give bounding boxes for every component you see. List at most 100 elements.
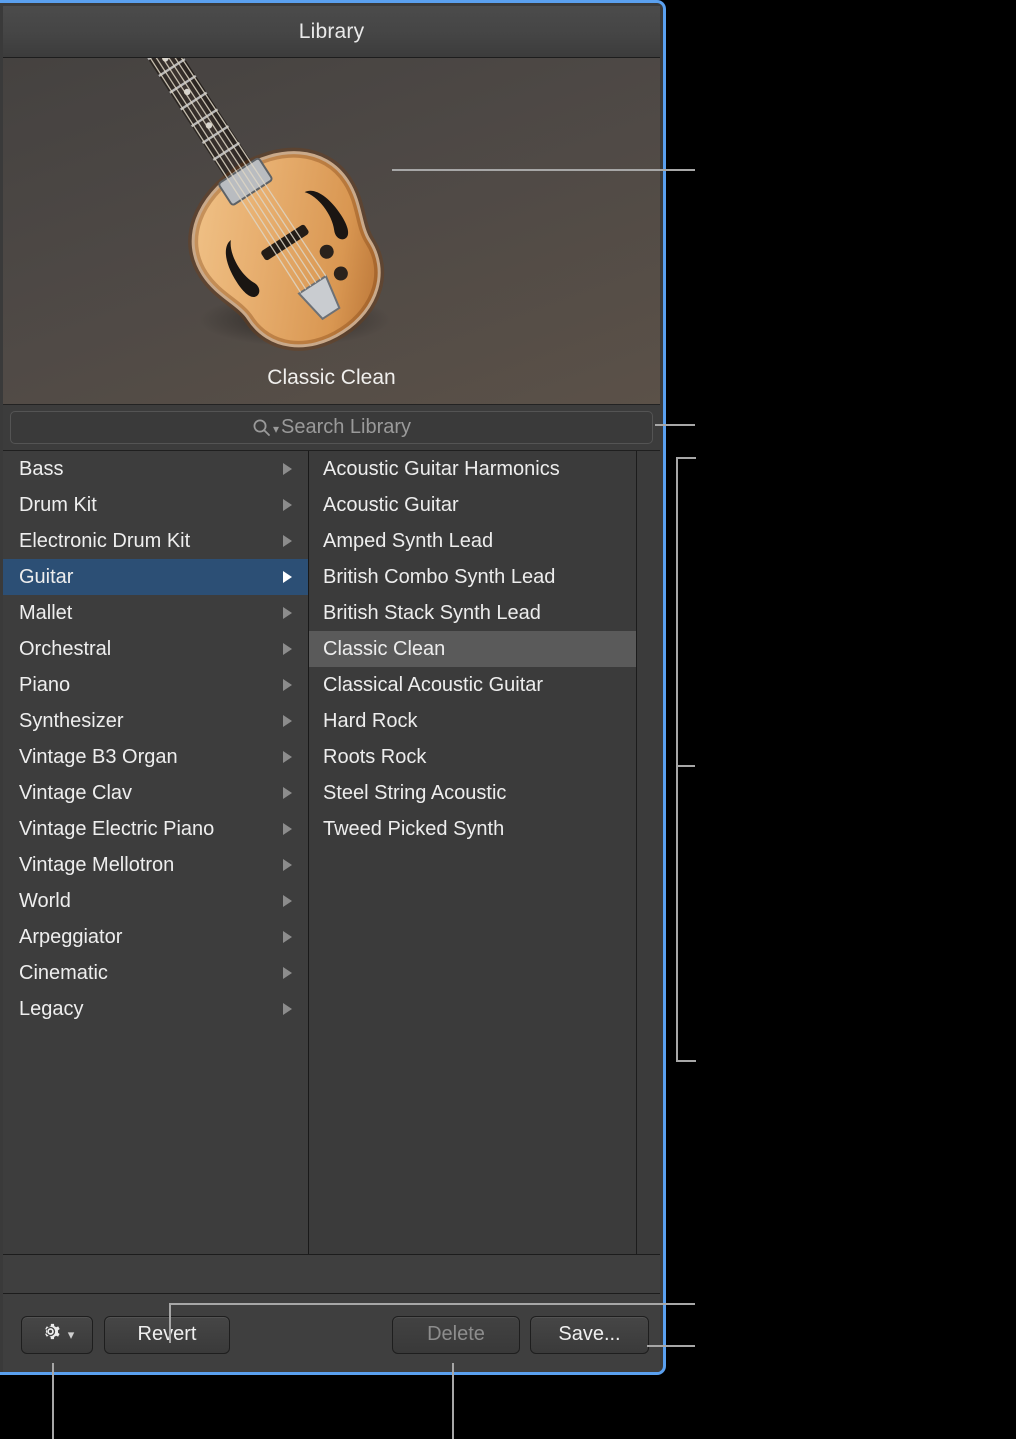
patch-label: British Stack Synth Lead: [323, 601, 541, 624]
category-label: World: [19, 889, 71, 912]
patch-label: Roots Rock: [323, 745, 427, 768]
patch-row[interactable]: Acoustic Guitar Harmonics: [309, 451, 636, 487]
callout-bracket-spine: [676, 457, 678, 1062]
category-row[interactable]: Vintage Clav: [3, 775, 308, 811]
category-label: Synthesizer: [19, 709, 124, 732]
disclosure-arrow-icon[interactable]: [283, 787, 292, 799]
library-panel: Library Classic Clean ▾ Search Library B…: [0, 0, 666, 1375]
search-icon: [252, 418, 271, 437]
category-label: Piano: [19, 673, 71, 696]
category-row[interactable]: Vintage B3 Organ: [3, 739, 308, 775]
search-placeholder: Search Library: [280, 416, 412, 438]
category-row[interactable]: Legacy: [3, 991, 308, 1027]
disclosure-arrow-icon[interactable]: [283, 859, 292, 871]
search-input[interactable]: ▾ Search Library: [10, 411, 653, 444]
disclosure-arrow-icon[interactable]: [283, 895, 292, 907]
disclosure-arrow-icon[interactable]: [283, 571, 292, 583]
category-row[interactable]: Vintage Electric Piano: [3, 811, 308, 847]
category-label: Drum Kit: [19, 493, 97, 516]
disclosure-arrow-icon[interactable]: [283, 499, 292, 511]
patch-label: British Combo Synth Lead: [323, 565, 556, 588]
patch-label: Acoustic Guitar Harmonics: [323, 457, 560, 480]
patch-row[interactable]: Classical Acoustic Guitar: [309, 667, 636, 703]
chevron-down-icon[interactable]: ▾: [273, 423, 279, 435]
patch-label: Classical Acoustic Guitar: [323, 673, 544, 696]
category-row[interactable]: World: [3, 883, 308, 919]
search-row: ▾ Search Library: [3, 405, 660, 451]
patch-label: Steel String Acoustic: [323, 781, 507, 804]
patch-label: Classic Clean: [323, 637, 446, 660]
callout-line-save: [647, 1345, 695, 1347]
category-row[interactable]: Mallet: [3, 595, 308, 631]
disclosure-arrow-icon[interactable]: [283, 715, 292, 727]
disclosure-arrow-icon[interactable]: [283, 823, 292, 835]
patch-row[interactable]: Amped Synth Lead: [309, 523, 636, 559]
category-row[interactable]: Arpeggiator: [3, 919, 308, 955]
category-label: Arpeggiator: [19, 925, 123, 948]
patch-row[interactable]: Classic Clean: [309, 631, 636, 667]
callout-bracket-top: [676, 457, 696, 459]
category-row[interactable]: Guitar: [3, 559, 308, 595]
disclosure-arrow-icon[interactable]: [283, 679, 292, 691]
callout-bracket-stem: [676, 765, 695, 767]
patch-row[interactable]: Hard Rock: [309, 703, 636, 739]
disclosure-arrow-icon[interactable]: [283, 607, 292, 619]
patch-scroll-gutter[interactable]: [637, 451, 660, 1254]
category-row[interactable]: Bass: [3, 451, 308, 487]
category-column[interactable]: Bass Drum Kit Electronic Drum Kit Guitar Mal…: [3, 451, 309, 1254]
disclosure-arrow-icon[interactable]: [283, 463, 292, 475]
category-row[interactable]: Drum Kit: [3, 487, 308, 523]
patch-preview: Classic Clean: [3, 58, 660, 405]
delete-button[interactable]: Delete: [392, 1315, 520, 1354]
callout-line-search: [655, 424, 695, 426]
disclosure-arrow-icon[interactable]: [283, 1003, 292, 1015]
callout-line-revert-vertical: [169, 1303, 171, 1343]
disclosure-arrow-icon[interactable]: [283, 967, 292, 979]
patch-row[interactable]: Tweed Picked Synth: [309, 811, 636, 847]
disclosure-arrow-icon[interactable]: [283, 751, 292, 763]
screenshot-root: Library Classic Clean ▾ Search Library B…: [0, 0, 1016, 1439]
patch-label: Hard Rock: [323, 709, 418, 732]
category-row[interactable]: Vintage Mellotron: [3, 847, 308, 883]
category-label: Electronic Drum Kit: [19, 529, 191, 552]
category-row[interactable]: Cinematic: [3, 955, 308, 991]
revert-button-label: Revert: [137, 1323, 197, 1345]
patch-label: Amped Synth Lead: [323, 529, 494, 552]
category-row[interactable]: Electronic Drum Kit: [3, 523, 308, 559]
patch-row[interactable]: Acoustic Guitar: [309, 487, 636, 523]
browser-footer-strip: [3, 1255, 660, 1294]
callout-line-preview: [392, 169, 695, 171]
category-label: Legacy: [19, 997, 84, 1020]
disclosure-arrow-icon[interactable]: [283, 535, 292, 547]
category-label: Vintage B3 Organ: [19, 745, 178, 768]
category-row[interactable]: Piano: [3, 667, 308, 703]
callout-line-gear: [52, 1363, 54, 1439]
preview-patch-name: Classic Clean: [267, 366, 396, 389]
patch-label: Tweed Picked Synth: [323, 817, 505, 840]
category-row[interactable]: Orchestral: [3, 631, 308, 667]
library-toolbar: ▾ Revert Delete Save...: [3, 1294, 660, 1372]
chevron-down-icon: ▾: [67, 1326, 75, 1342]
category-label: Bass: [19, 457, 64, 480]
category-label: Guitar: [19, 565, 74, 588]
action-menu-button[interactable]: ▾: [21, 1315, 93, 1354]
disclosure-arrow-icon[interactable]: [283, 931, 292, 943]
category-row[interactable]: Synthesizer: [3, 703, 308, 739]
category-label: Mallet: [19, 601, 73, 624]
category-label: Orchestral: [19, 637, 112, 660]
patch-label: Acoustic Guitar: [323, 493, 459, 516]
patch-column[interactable]: Acoustic Guitar Harmonics Acoustic Guitar…: [309, 451, 637, 1254]
category-label: Vintage Clav: [19, 781, 133, 804]
patch-row[interactable]: Roots Rock: [309, 739, 636, 775]
disclosure-arrow-icon[interactable]: [283, 643, 292, 655]
delete-button-label: Delete: [427, 1323, 485, 1345]
revert-button[interactable]: Revert: [104, 1315, 230, 1354]
callout-line-delete: [452, 1363, 454, 1439]
page-title: Library: [298, 19, 365, 43]
patch-row[interactable]: British Stack Synth Lead: [309, 595, 636, 631]
category-label: Vintage Mellotron: [19, 853, 175, 876]
patch-row[interactable]: Steel String Acoustic: [309, 775, 636, 811]
patch-row[interactable]: British Combo Synth Lead: [309, 559, 636, 595]
archtop-guitar-icon: [103, 58, 391, 351]
save-button[interactable]: Save...: [530, 1315, 649, 1354]
